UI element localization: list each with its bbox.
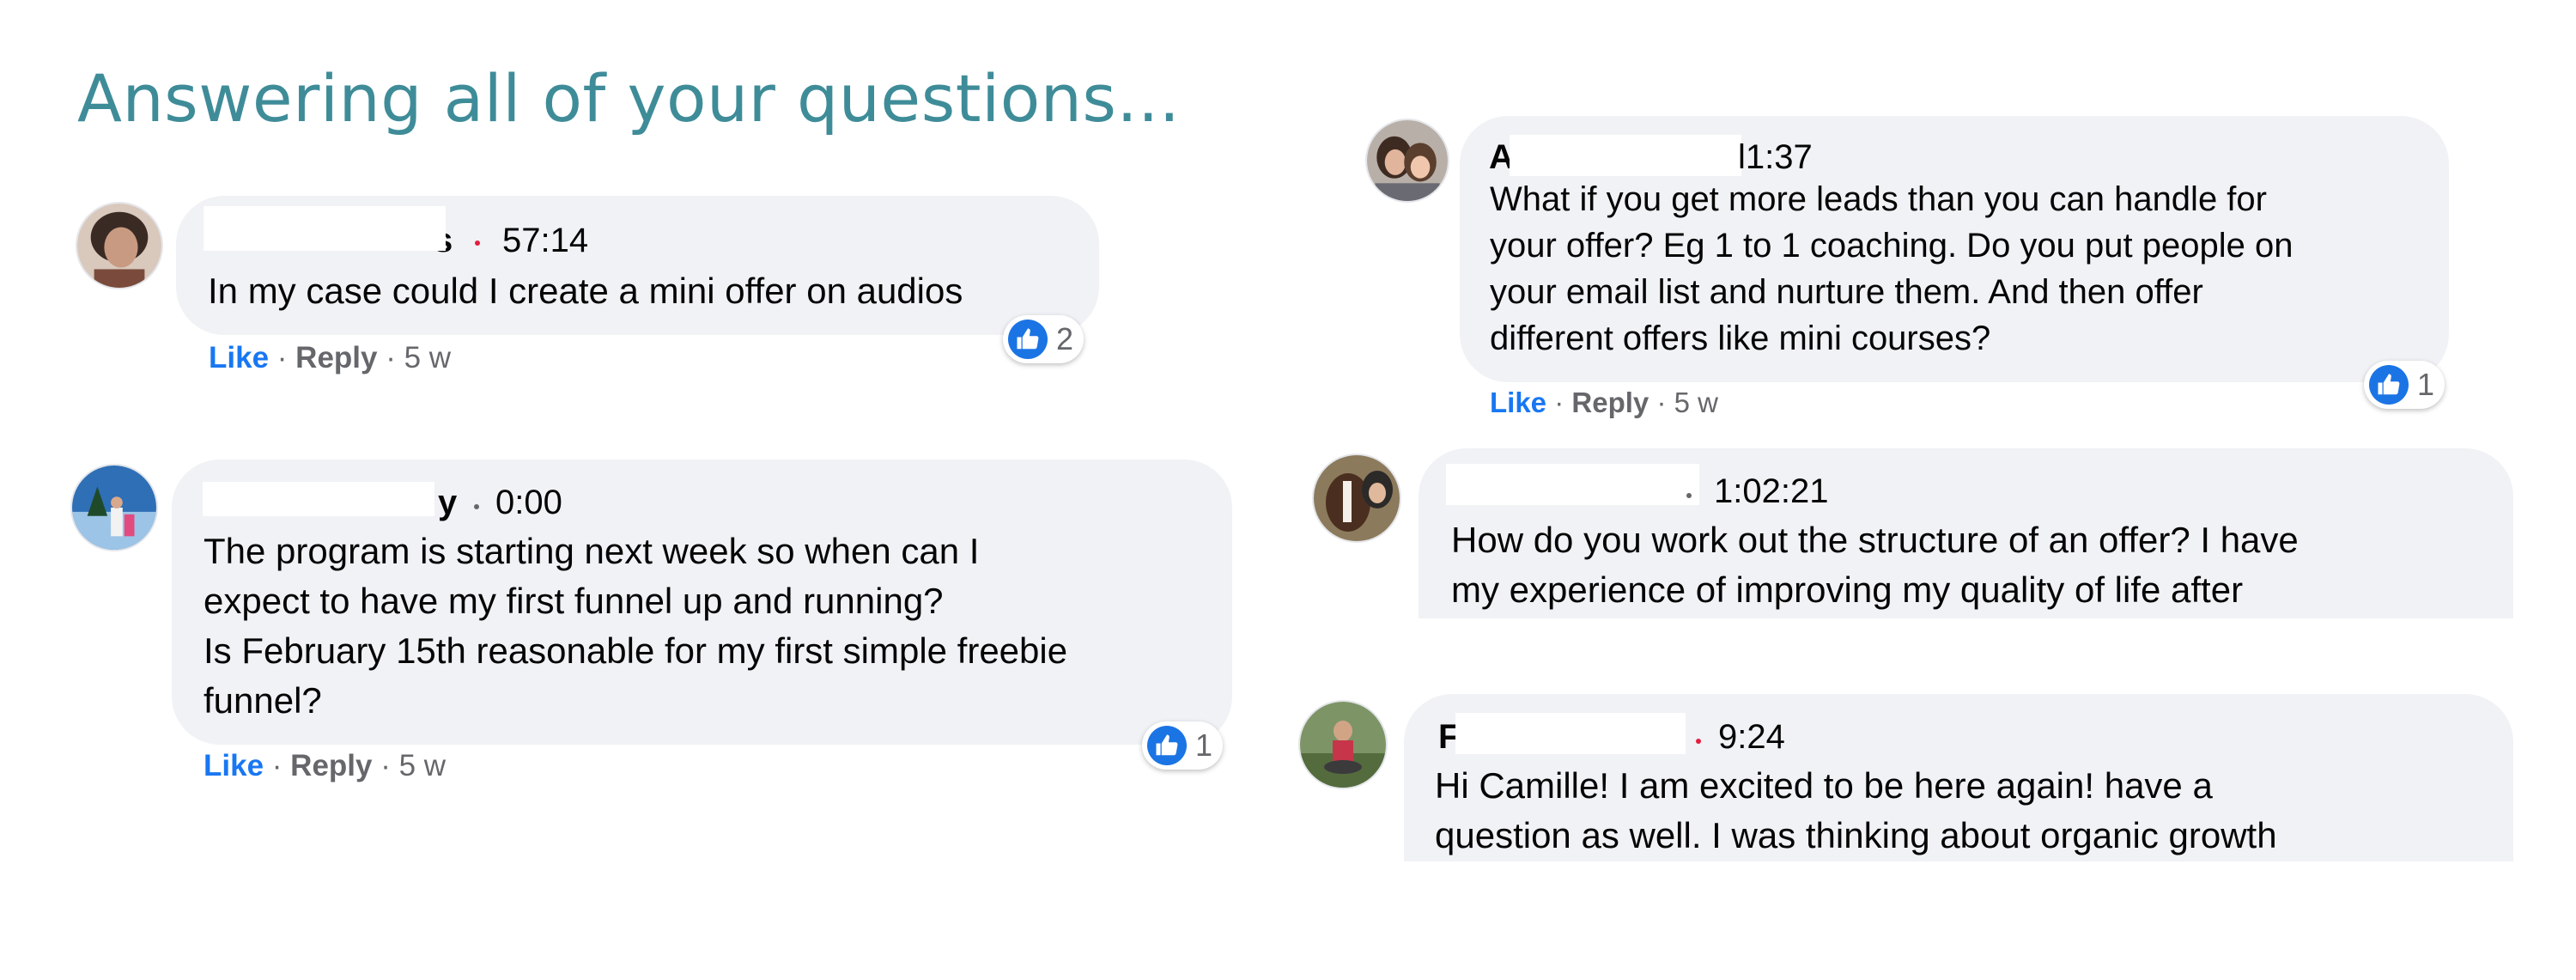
commenter-avatar[interactable]	[70, 464, 158, 551]
like-button[interactable]: Like	[1490, 387, 1546, 418]
video-timestamp[interactable]: l1:37	[1738, 138, 1813, 177]
reply-button[interactable]: Reply	[290, 749, 372, 782]
comment-actions: Like · Reply · 5 w	[209, 341, 451, 375]
comment-actions: Like · Reply · 5 w	[204, 749, 446, 783]
separator-dot	[1696, 739, 1701, 744]
comment-age: 5 w	[404, 341, 452, 374]
commenter-avatar[interactable]	[76, 202, 163, 289]
redaction-box	[1455, 713, 1686, 754]
reaction-count[interactable]: 1	[2364, 361, 2445, 409]
reply-button[interactable]: Reply	[1571, 387, 1649, 418]
avatar-photo	[72, 466, 156, 550]
reply-button[interactable]: Reply	[295, 341, 377, 374]
comment-bubble: A l1:37 What if you get more leads than …	[1460, 116, 2449, 382]
separator: ·	[276, 341, 296, 374]
separator: ·	[271, 749, 291, 782]
video-timestamp[interactable]: 0:00	[495, 484, 562, 522]
reaction-number: 2	[1056, 321, 1074, 356]
redaction-box	[204, 206, 446, 251]
commenter-avatar[interactable]	[1312, 453, 1401, 543]
like-button[interactable]: Like	[209, 341, 269, 374]
comment-bubble: F 9:24 Hi Camille! I am excited to be he…	[1404, 694, 2513, 861]
video-timestamp[interactable]: 9:24	[1718, 718, 1785, 757]
comment-text: In my case could I create a mini offer o…	[208, 271, 963, 311]
commenter-avatar[interactable]	[1298, 700, 1388, 789]
separator: ·	[380, 749, 399, 782]
reaction-count[interactable]: 2	[1003, 315, 1084, 363]
avatar-photo	[77, 204, 161, 288]
video-timestamp[interactable]: 1:02:21	[1714, 472, 1828, 511]
comment-age: 5 w	[398, 749, 447, 782]
reaction-count[interactable]: 1	[1142, 721, 1224, 770]
comment-bubble: s 57:14 In my case could I create a mini…	[176, 196, 1099, 335]
reaction-number: 1	[2417, 367, 2435, 402]
comment-bubble: 1:02:21 How do you work out the structur…	[1419, 448, 2513, 618]
separator-dot	[475, 240, 480, 246]
commenter-name[interactable]: y	[438, 484, 457, 522]
thumbs-up-icon	[2369, 365, 2409, 405]
comment-text: What if you get more leads than you can …	[1490, 180, 2293, 357]
commenter-avatar[interactable]	[1365, 119, 1449, 203]
comment-age: 5 w	[1674, 387, 1718, 418]
redaction-box	[203, 482, 434, 516]
avatar-photo	[1314, 455, 1400, 541]
comment-actions: Like · Reply · 5 w	[1490, 387, 1718, 419]
thumbs-up-icon	[1147, 726, 1187, 765]
separator: ·	[1554, 387, 1572, 418]
redaction-box	[1510, 135, 1741, 176]
separator-dot	[474, 504, 479, 509]
comment-bubble: y 0:00 The program is starting next week…	[172, 460, 1232, 745]
like-button[interactable]: Like	[204, 749, 264, 782]
avatar-photo	[1367, 120, 1448, 201]
reaction-number: 1	[1195, 727, 1213, 763]
redaction-box	[1446, 464, 1699, 505]
comment-text: How do you work out the structure of an …	[1451, 520, 2299, 610]
comment-text: The program is starting next week so whe…	[204, 531, 1068, 721]
thumbs-up-icon	[1008, 320, 1048, 359]
page-title: Answering all of your questions...	[77, 60, 1181, 137]
separator: ·	[1656, 387, 1674, 418]
separator-dot	[1686, 493, 1692, 498]
avatar-photo	[1300, 702, 1386, 788]
separator: ·	[386, 341, 404, 374]
comment-text: Hi Camille! I am excited to be here agai…	[1435, 765, 2277, 855]
video-timestamp[interactable]: 57:14	[502, 222, 588, 260]
